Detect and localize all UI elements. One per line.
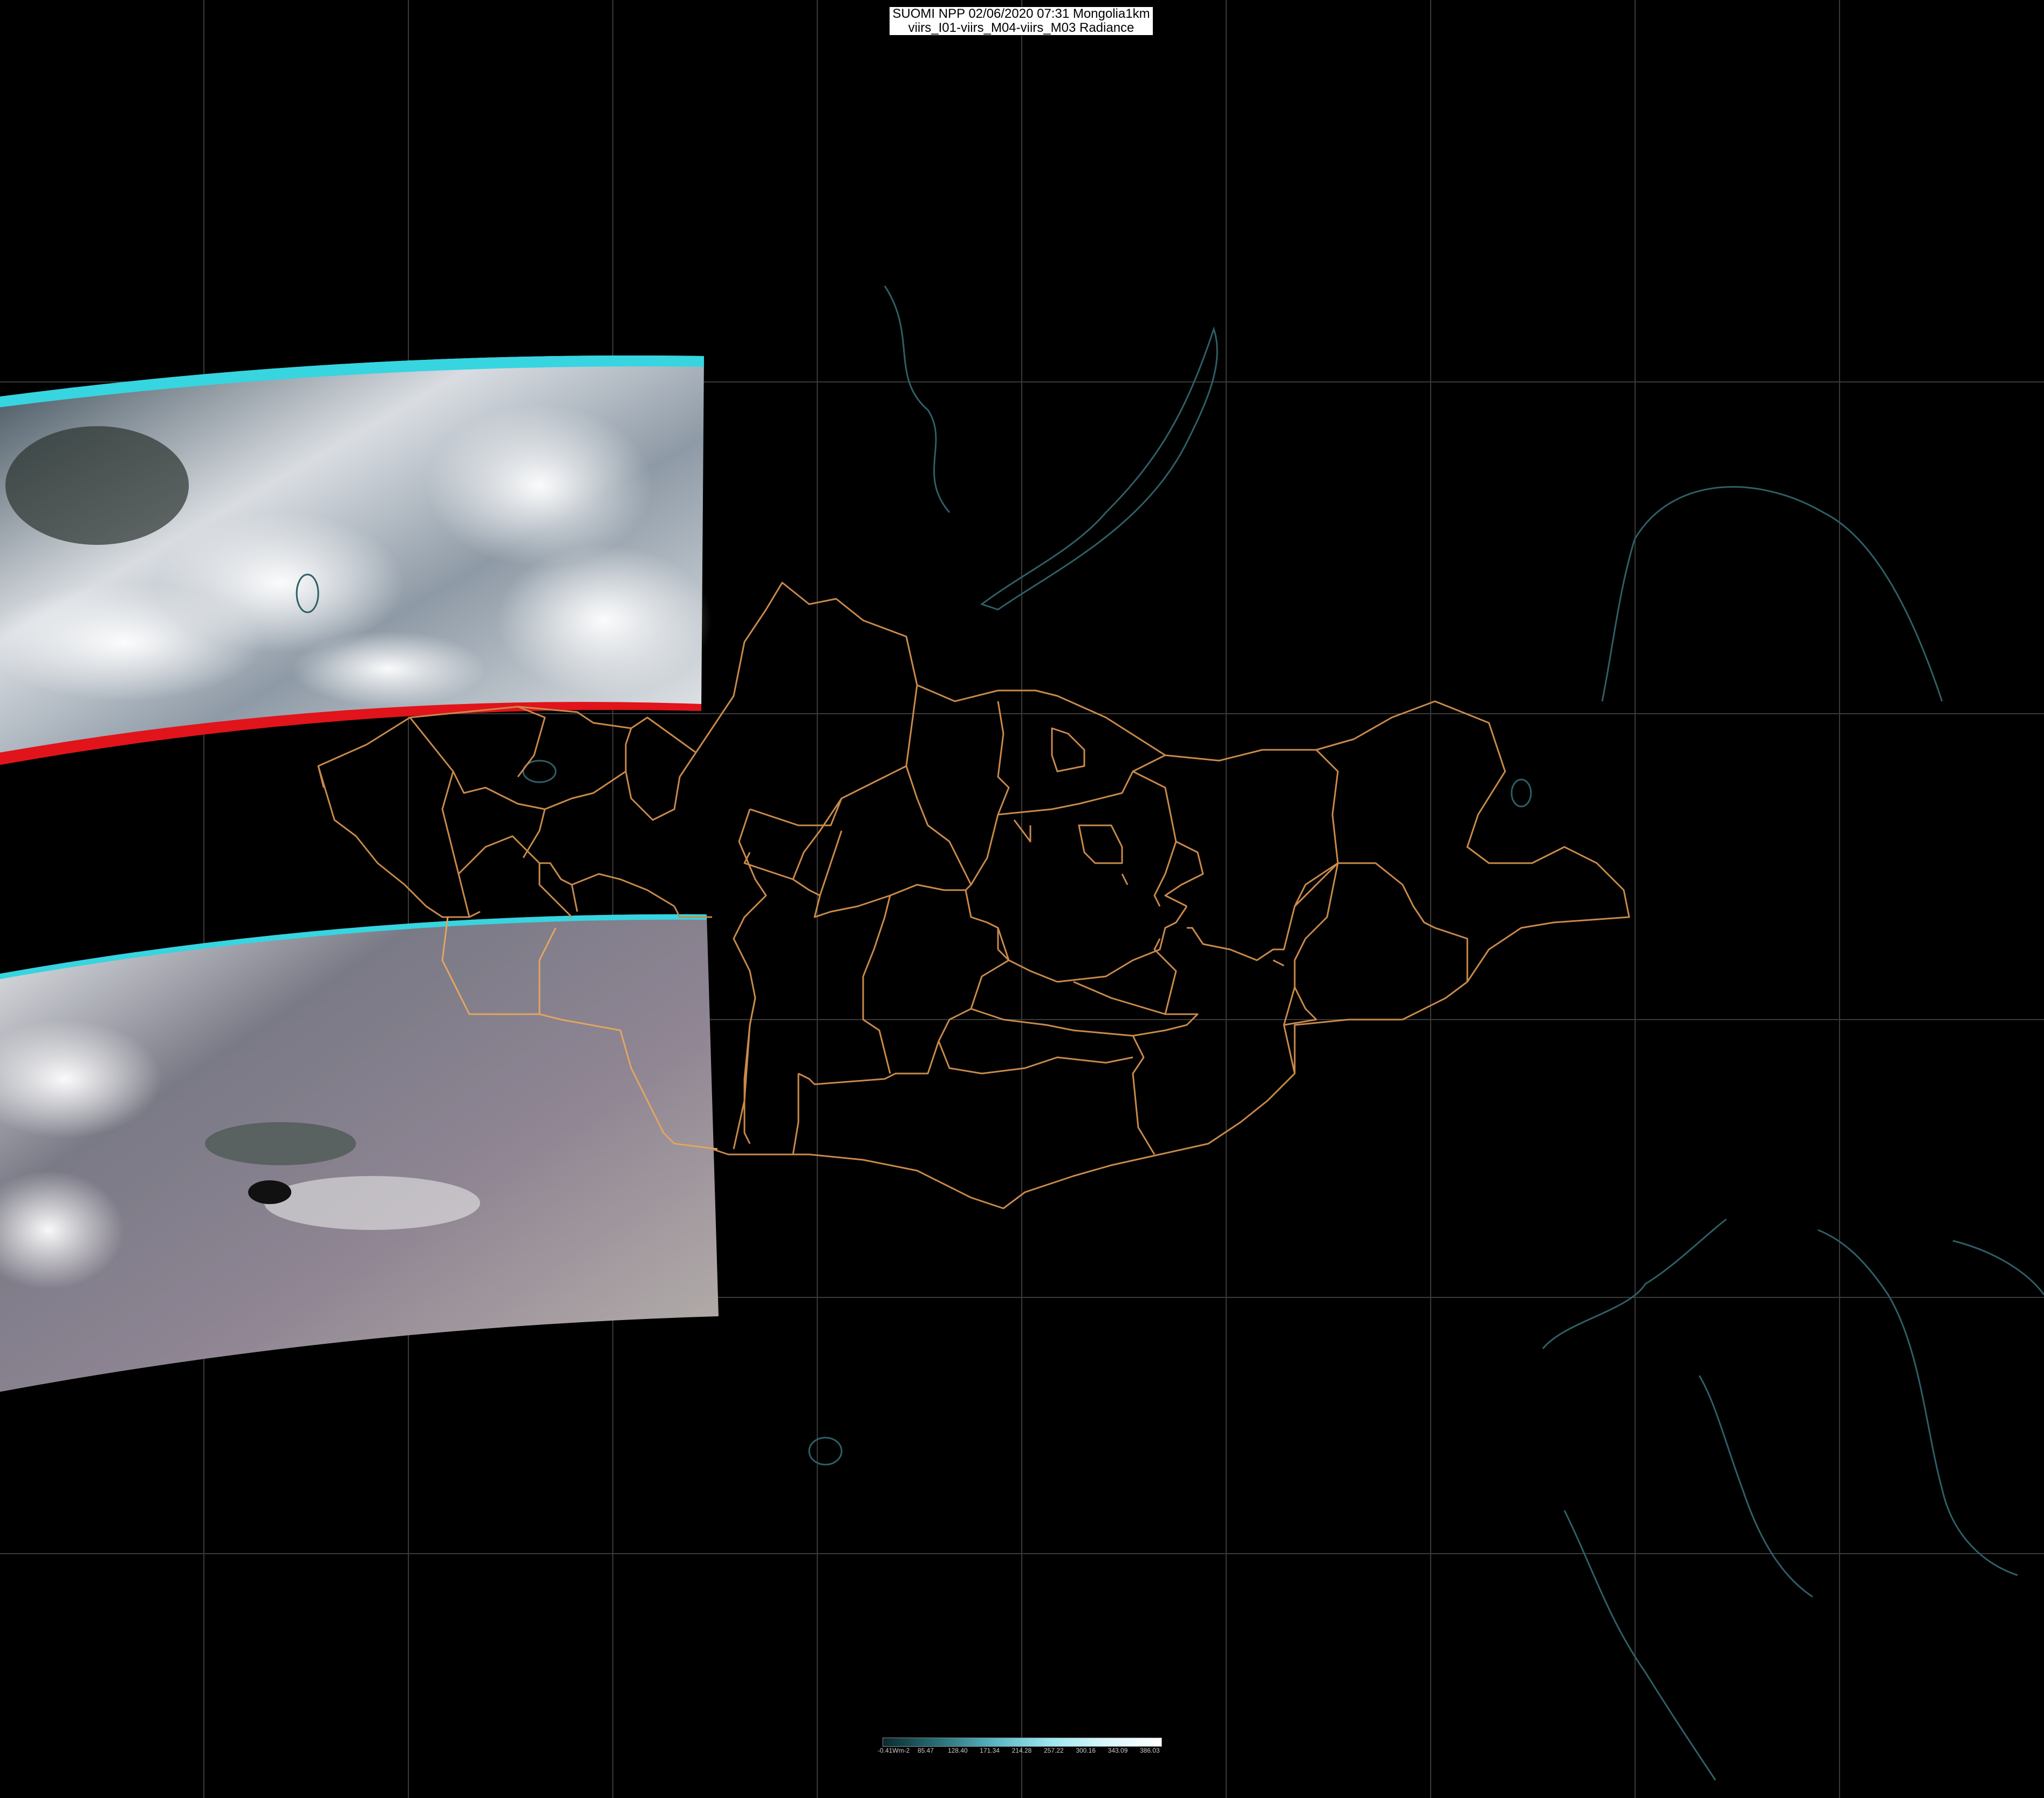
title-line-2: viirs_I01-viirs_M04-viirs_M03 Radiance [908,20,1134,35]
southern-swath [0,914,719,1392]
colorbar-tick-label: 343.09 [1108,1747,1128,1754]
colorbar-labels: -0.41Wm-2 85.47 128.40 171.34 214.28 257.22 30… [878,1747,1161,1755]
colorbar-tick-label: -0.41Wm-2 [877,1747,910,1754]
colorbar-tick-label: 85.47 [917,1747,934,1754]
title-line-1: SUOMI NPP 02/06/2020 07:31 Mongolia1km [892,6,1150,21]
colorbar-tick-label: 128.40 [947,1747,968,1754]
colorbar-gradient [883,1738,1162,1747]
colorbar: -0.41Wm-2 85.47 128.40 171.34 214.28 257.22 30… [878,1738,1162,1756]
colorbar-tick-label: 171.34 [980,1747,1000,1754]
colorbar-tick-label: 386.03 [1140,1747,1160,1754]
northern-swath [0,355,712,765]
satellite-map [0,0,2044,1798]
graticule [0,0,2044,1798]
colorbar-tick-label: 300.16 [1076,1747,1096,1754]
colorbar-tick-label: 214.28 [1011,1747,1032,1754]
map-title-box: SUOMI NPP 02/06/2020 07:31 Mongolia1km v… [889,6,1153,36]
colorbar-tick-label: 257.22 [1043,1747,1064,1754]
